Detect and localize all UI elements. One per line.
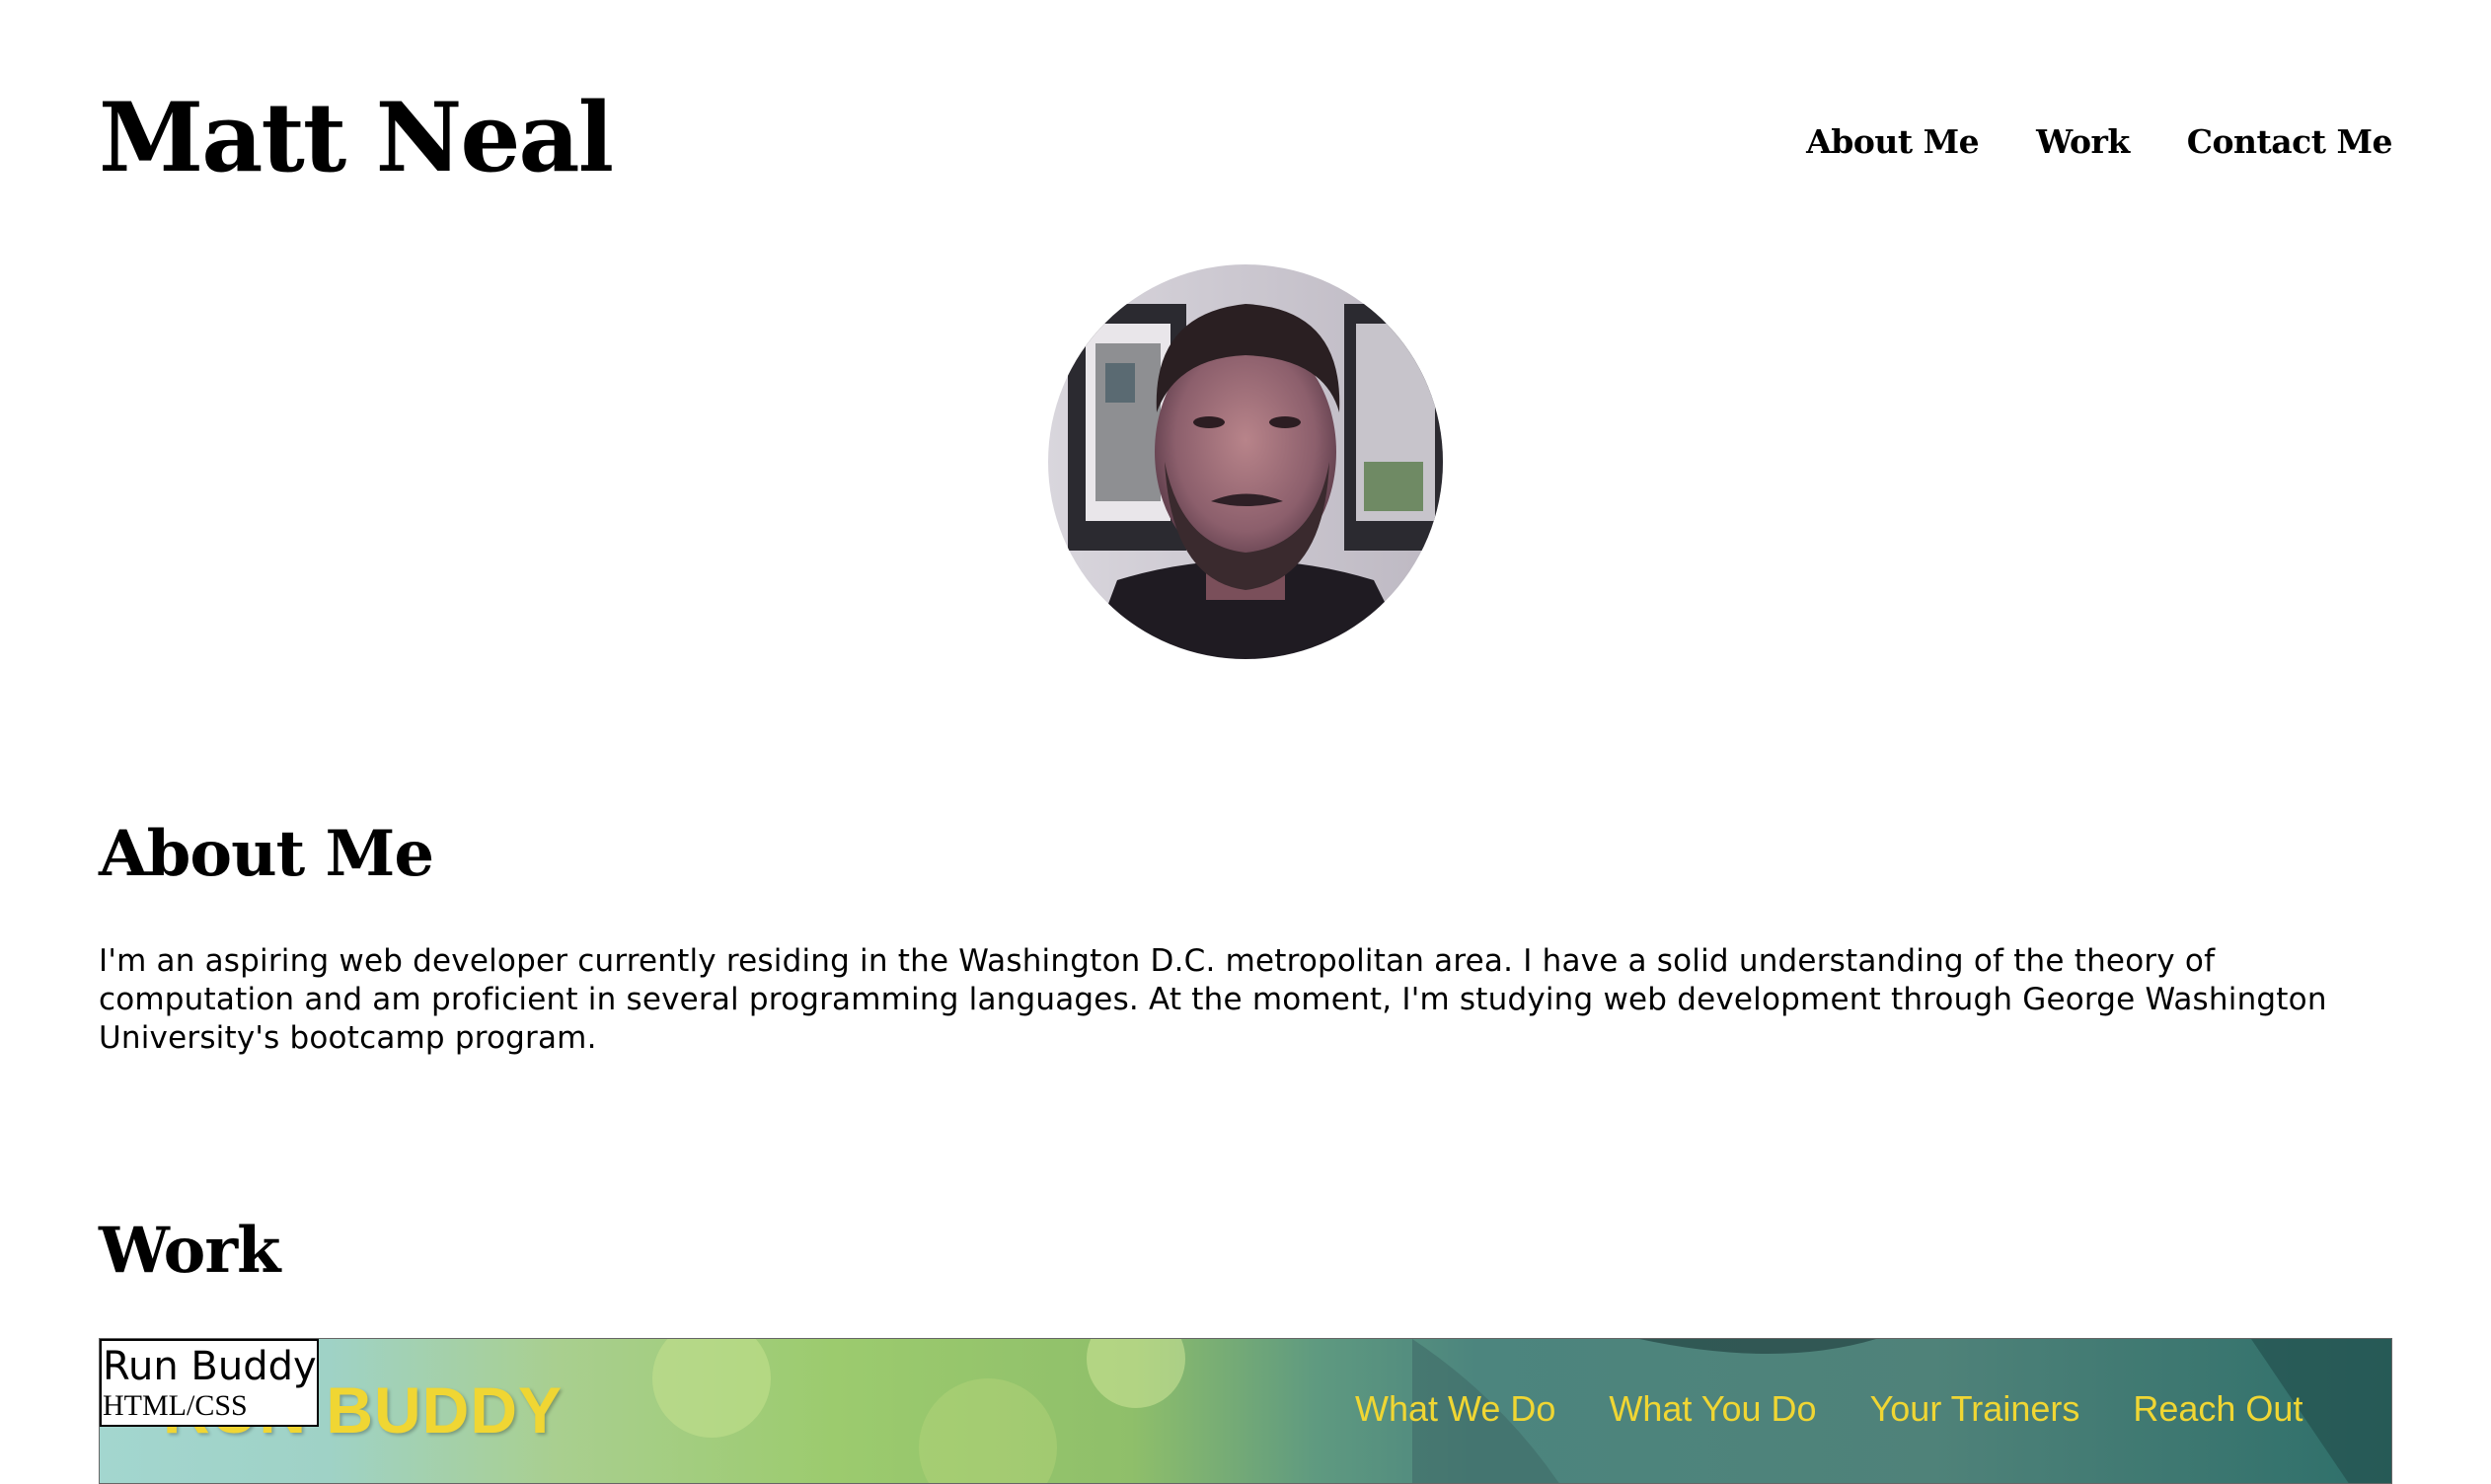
profile-photo-icon — [1048, 264, 1443, 659]
preview-nav-item: What We Do — [1355, 1388, 1556, 1429]
work-heading: Work — [99, 1214, 280, 1288]
nav-link-contact-me[interactable]: Contact Me — [2187, 122, 2393, 161]
run-buddy-preview-nav: What We Do What You Do Your Trainers Rea… — [1355, 1388, 2302, 1430]
preview-nav-item: Reach Out — [2133, 1388, 2303, 1429]
about-me-heading: About Me — [99, 817, 434, 891]
project-title: Run Buddy — [103, 1344, 317, 1389]
project-tech: HTML/CSS — [103, 1389, 248, 1422]
project-label[interactable]: Run Buddy HTML/CSS — [100, 1339, 319, 1427]
nav-link-about-me[interactable]: About Me — [1806, 122, 1979, 161]
preview-nav-item: Your Trainers — [1869, 1388, 2080, 1429]
site-header: Matt Neal About Me Work Contact Me — [99, 82, 2393, 199]
about-me-text: I'm an aspiring web developer currently … — [99, 943, 2327, 1056]
project-card-run-buddy[interactable]: RUN BUDDY What We Do What You Do Your Tr… — [99, 1338, 2392, 1484]
main-nav: About Me Work Contact Me — [1806, 122, 2392, 161]
nav-link-work[interactable]: Work — [2036, 122, 2130, 161]
profile-avatar — [1048, 264, 1443, 659]
site-title: Matt Neal — [99, 82, 614, 193]
preview-nav-item: What You Do — [1609, 1388, 1817, 1429]
